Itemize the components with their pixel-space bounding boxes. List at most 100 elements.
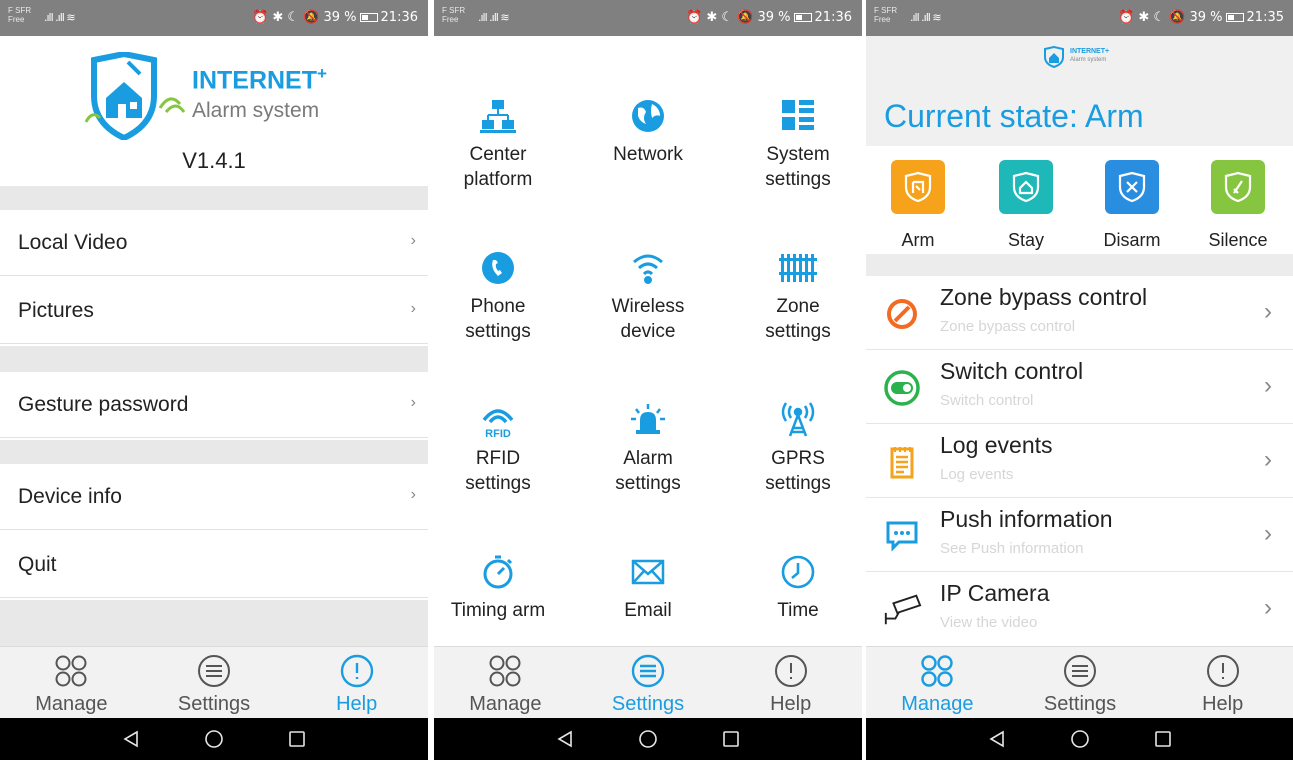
battery-icon: [793, 13, 812, 22]
control-log-events[interactable]: Log events Log events ›: [866, 424, 1293, 498]
recents-icon[interactable]: [722, 730, 740, 748]
mode-stay-button[interactable]: Stay: [976, 160, 1076, 251]
control-subtitle: Log events: [940, 466, 1014, 483]
item-label: Email: [624, 600, 672, 621]
settings-zone[interactable]: Zone settings: [728, 248, 862, 344]
system-nav-bar: [0, 718, 428, 760]
tab-manage[interactable]: Manage: [434, 647, 577, 718]
tab-help[interactable]: Help: [1151, 647, 1293, 718]
tab-label: Settings: [611, 693, 685, 715]
menu-pictures[interactable]: Pictures ›: [0, 278, 428, 344]
menu-label: Quit: [18, 552, 57, 576]
tab-settings[interactable]: Settings: [143, 647, 286, 718]
tab-manage[interactable]: Manage: [0, 647, 143, 718]
carrier-label: F SFR Free: [442, 6, 466, 24]
svg-text:RFID: RFID: [485, 428, 511, 438]
tab-label: Help: [770, 693, 812, 715]
home-icon[interactable]: [1070, 729, 1090, 749]
mode-disarm-button[interactable]: Disarm: [1082, 160, 1182, 251]
list-circle-icon: [196, 653, 232, 689]
menu-label: Gesture password: [18, 392, 189, 416]
current-state-label: Current state: Arm: [884, 98, 1144, 134]
settings-network[interactable]: Network: [578, 96, 718, 167]
app-version: V1.4.1: [182, 148, 246, 173]
mode-label: Disarm: [1103, 230, 1161, 250]
item-label: Phone settings: [465, 296, 531, 342]
settings-phone[interactable]: Phone settings: [434, 248, 568, 344]
control-ip-camera[interactable]: IP Camera View the video ›: [866, 572, 1293, 646]
menu-quit[interactable]: Quit: [0, 532, 428, 598]
item-label: Alarm settings: [615, 448, 681, 494]
menu-gesture-password[interactable]: Gesture password ›: [0, 372, 428, 438]
tab-label: Manage: [469, 693, 542, 715]
carrier-label: F SFR Free: [874, 6, 898, 24]
status-bar: F SFR Free .ıll .ıll ≋ ⏰ ✱ ☾ 🔕 39 % 21:36: [434, 0, 862, 36]
control-subtitle: View the video: [940, 614, 1038, 631]
mode-arm-button[interactable]: Arm: [868, 160, 968, 251]
cctv-camera-icon: [882, 590, 922, 630]
menu-device-info[interactable]: Device info ›: [0, 464, 428, 530]
recents-icon[interactable]: [288, 730, 306, 748]
recents-icon[interactable]: [1154, 730, 1172, 748]
list-circle-icon: [1062, 653, 1098, 689]
control-title: Switch control: [940, 358, 1084, 384]
tab-settings[interactable]: Settings: [1009, 647, 1152, 718]
tab-help[interactable]: Help: [719, 647, 862, 718]
divider: [0, 600, 428, 646]
settings-timing-arm[interactable]: Timing arm: [434, 552, 568, 623]
home-icon[interactable]: [638, 729, 658, 749]
settings-email[interactable]: Email: [578, 552, 718, 623]
bottom-tab-bar: Manage Settings Help: [434, 646, 862, 718]
siren-icon: [578, 400, 718, 440]
bottom-tab-bar: Manage Settings Help: [866, 646, 1293, 718]
settings-rfid[interactable]: RFID RFID settings: [434, 400, 568, 496]
exclamation-circle-icon: [1205, 653, 1241, 689]
settings-gprs[interactable]: GPRS settings: [728, 400, 862, 496]
divider: [0, 346, 428, 372]
status-bar: F SFR Free .ıll .ıll ≋ ⏰ ✱ ☾ 🔕 39 % 21:36: [0, 0, 428, 36]
mode-silence-button[interactable]: Silence: [1188, 160, 1288, 251]
tab-label: Help: [336, 693, 378, 715]
antenna-icon: [728, 400, 862, 440]
rfid-icon: RFID: [434, 400, 568, 440]
stay-shield-icon: [999, 160, 1053, 214]
control-title: Log events: [940, 432, 1053, 458]
tab-manage[interactable]: Manage: [866, 647, 1009, 718]
settings-wireless-device[interactable]: Wireless device: [578, 248, 718, 344]
settings-time[interactable]: Time: [728, 552, 862, 623]
system-grid-icon: [728, 96, 862, 136]
item-label: System settings: [765, 144, 831, 190]
chevron-right-icon: ›: [1264, 372, 1272, 399]
control-title: Push information: [940, 506, 1113, 532]
control-subtitle: Zone bypass control: [940, 318, 1076, 335]
prohibited-icon: [882, 294, 922, 334]
menu-label: Device info: [18, 484, 122, 508]
logo-subtitle: Alarm system: [1070, 57, 1107, 63]
back-icon[interactable]: [122, 730, 140, 748]
tab-help[interactable]: Help: [285, 647, 428, 718]
divider: [866, 254, 1293, 276]
tab-settings[interactable]: Settings: [577, 647, 720, 718]
item-label: Timing arm: [450, 600, 546, 621]
clock-time: 21:36: [814, 10, 852, 25]
back-icon[interactable]: [988, 730, 1006, 748]
control-switch[interactable]: Switch control Switch control ›: [866, 350, 1293, 424]
home-icon[interactable]: [204, 729, 224, 749]
item-label: GPRS settings: [765, 448, 831, 494]
control-subtitle: Switch control: [940, 392, 1034, 409]
back-icon[interactable]: [556, 730, 574, 748]
four-circles-icon: [919, 653, 955, 689]
control-push-information[interactable]: Push information See Push information ›: [866, 498, 1293, 572]
globe-icon: [578, 96, 718, 136]
control-zone-bypass[interactable]: Zone bypass control Zone bypass control …: [866, 276, 1293, 350]
system-nav-bar: [434, 718, 862, 760]
tab-label: Settings: [177, 693, 251, 715]
settings-center-platform[interactable]: Center platform: [434, 96, 568, 192]
settings-system[interactable]: System settings: [728, 96, 862, 192]
four-circles-icon: [53, 653, 89, 689]
menu-local-video[interactable]: Local Video ›: [0, 210, 428, 276]
chevron-right-icon: ›: [410, 486, 416, 503]
phone-icon: [434, 248, 568, 288]
settings-alarm[interactable]: Alarm settings: [578, 400, 718, 496]
signal-icon: .ıll .ıll ≋: [44, 11, 76, 24]
